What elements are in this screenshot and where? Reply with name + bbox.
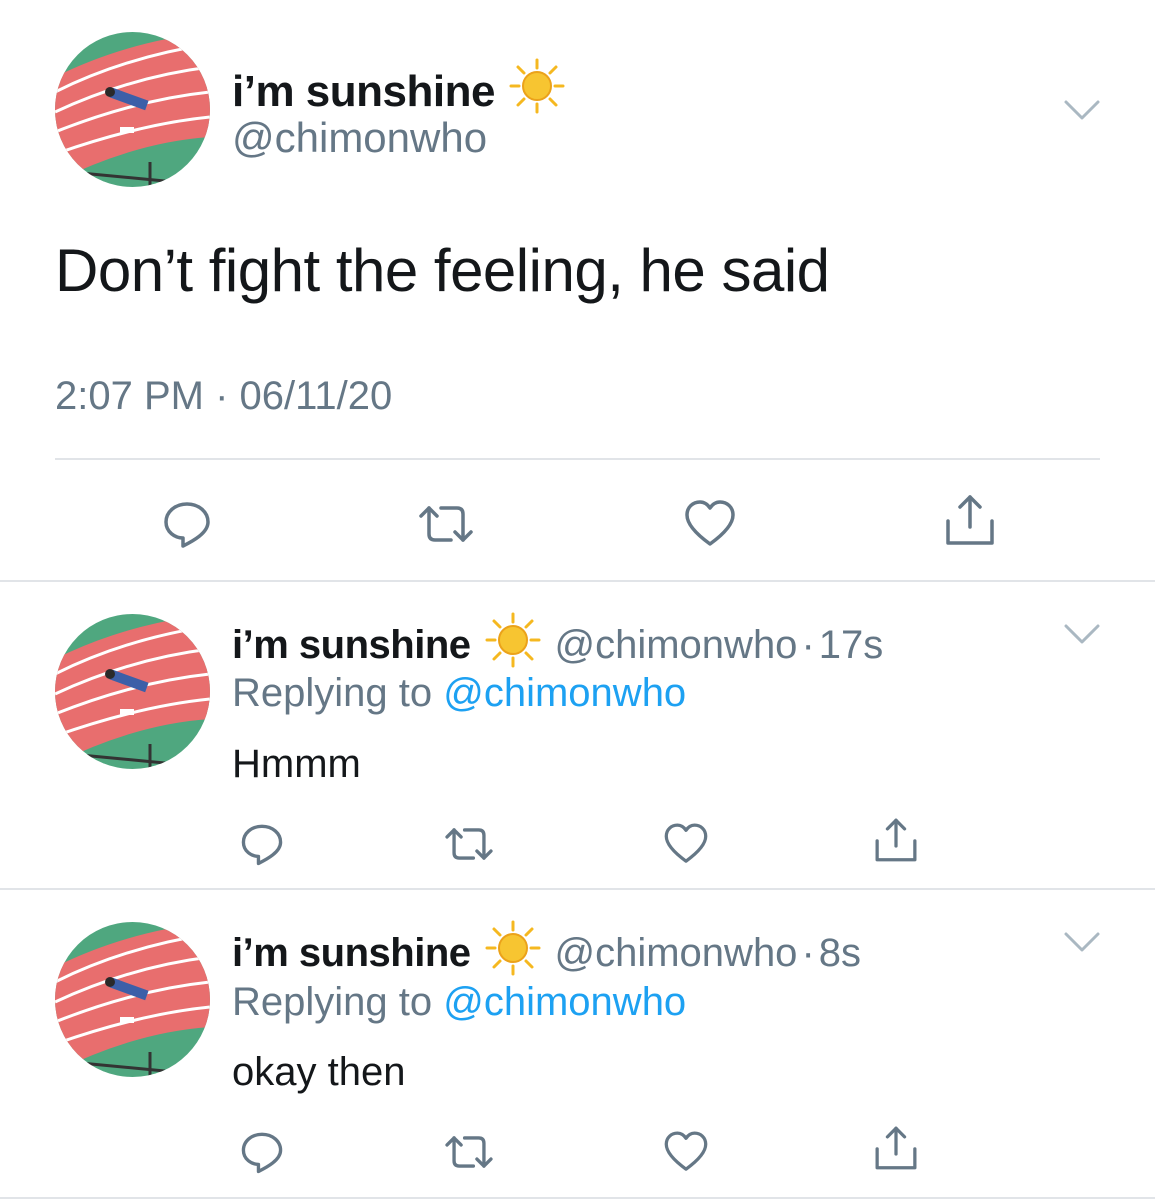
display-name[interactable]: i’m sunshine — [232, 67, 495, 117]
reply-icon[interactable] — [234, 816, 290, 872]
reply-icon[interactable] — [234, 1124, 290, 1180]
mention-link[interactable]: @chimonwho — [443, 980, 686, 1024]
handle[interactable]: @chimonwho — [555, 931, 798, 976]
chevron-down-icon[interactable] — [1062, 620, 1102, 650]
age[interactable]: 17s — [819, 623, 884, 668]
mention-link[interactable]: @chimonwho — [443, 671, 686, 715]
age[interactable]: 8s — [819, 931, 861, 976]
share-icon[interactable] — [868, 812, 924, 868]
avatar[interactable] — [55, 614, 210, 769]
chevron-down-icon[interactable] — [1062, 928, 1102, 958]
heart-icon[interactable] — [678, 492, 742, 556]
divider — [0, 1197, 1155, 1199]
retweet-icon[interactable] — [438, 1124, 500, 1180]
separator: · — [801, 622, 815, 667]
share-icon[interactable] — [868, 1120, 924, 1176]
timestamp[interactable]: 2:07 PM · 06/11/20 — [55, 374, 392, 419]
handle[interactable]: @chimonwho — [555, 623, 798, 668]
heart-icon[interactable] — [658, 1124, 714, 1180]
share-icon[interactable] — [938, 488, 1002, 552]
divider — [0, 580, 1155, 582]
heart-icon[interactable] — [658, 816, 714, 872]
reply-icon[interactable] — [155, 492, 219, 556]
tweet-thread: i’m sunshine @chimonwho Don’t fight the … — [0, 0, 1155, 1200]
display-name[interactable]: i’m sunshine — [232, 931, 471, 976]
replying-prefix: Replying to — [232, 980, 433, 1024]
separator: · — [801, 930, 815, 975]
sun-icon — [485, 920, 541, 986]
retweet-icon[interactable] — [410, 492, 482, 556]
tweet-text: Don’t fight the feeling, he said — [55, 237, 830, 304]
replying-prefix: Replying to — [232, 671, 433, 715]
sun-icon — [485, 612, 541, 678]
chevron-down-icon[interactable] — [1062, 96, 1102, 126]
replying-to: Replying to @chimonwho — [232, 671, 686, 716]
handle[interactable]: @chimonwho — [232, 114, 487, 162]
reply-header: i’m sunshine @chimonwho · 17s — [232, 612, 883, 678]
sun-icon — [509, 58, 565, 125]
replying-to: Replying to @chimonwho — [232, 980, 686, 1025]
divider — [0, 888, 1155, 890]
avatar[interactable] — [55, 922, 210, 1077]
tweet-text: okay then — [232, 1050, 406, 1094]
tweet-text: Hmmm — [232, 742, 361, 786]
retweet-icon[interactable] — [438, 816, 500, 872]
display-name[interactable]: i’m sunshine — [232, 623, 471, 668]
reply-header: i’m sunshine @chimonwho · 8s — [232, 920, 861, 986]
divider — [55, 458, 1100, 460]
avatar[interactable] — [55, 32, 210, 187]
